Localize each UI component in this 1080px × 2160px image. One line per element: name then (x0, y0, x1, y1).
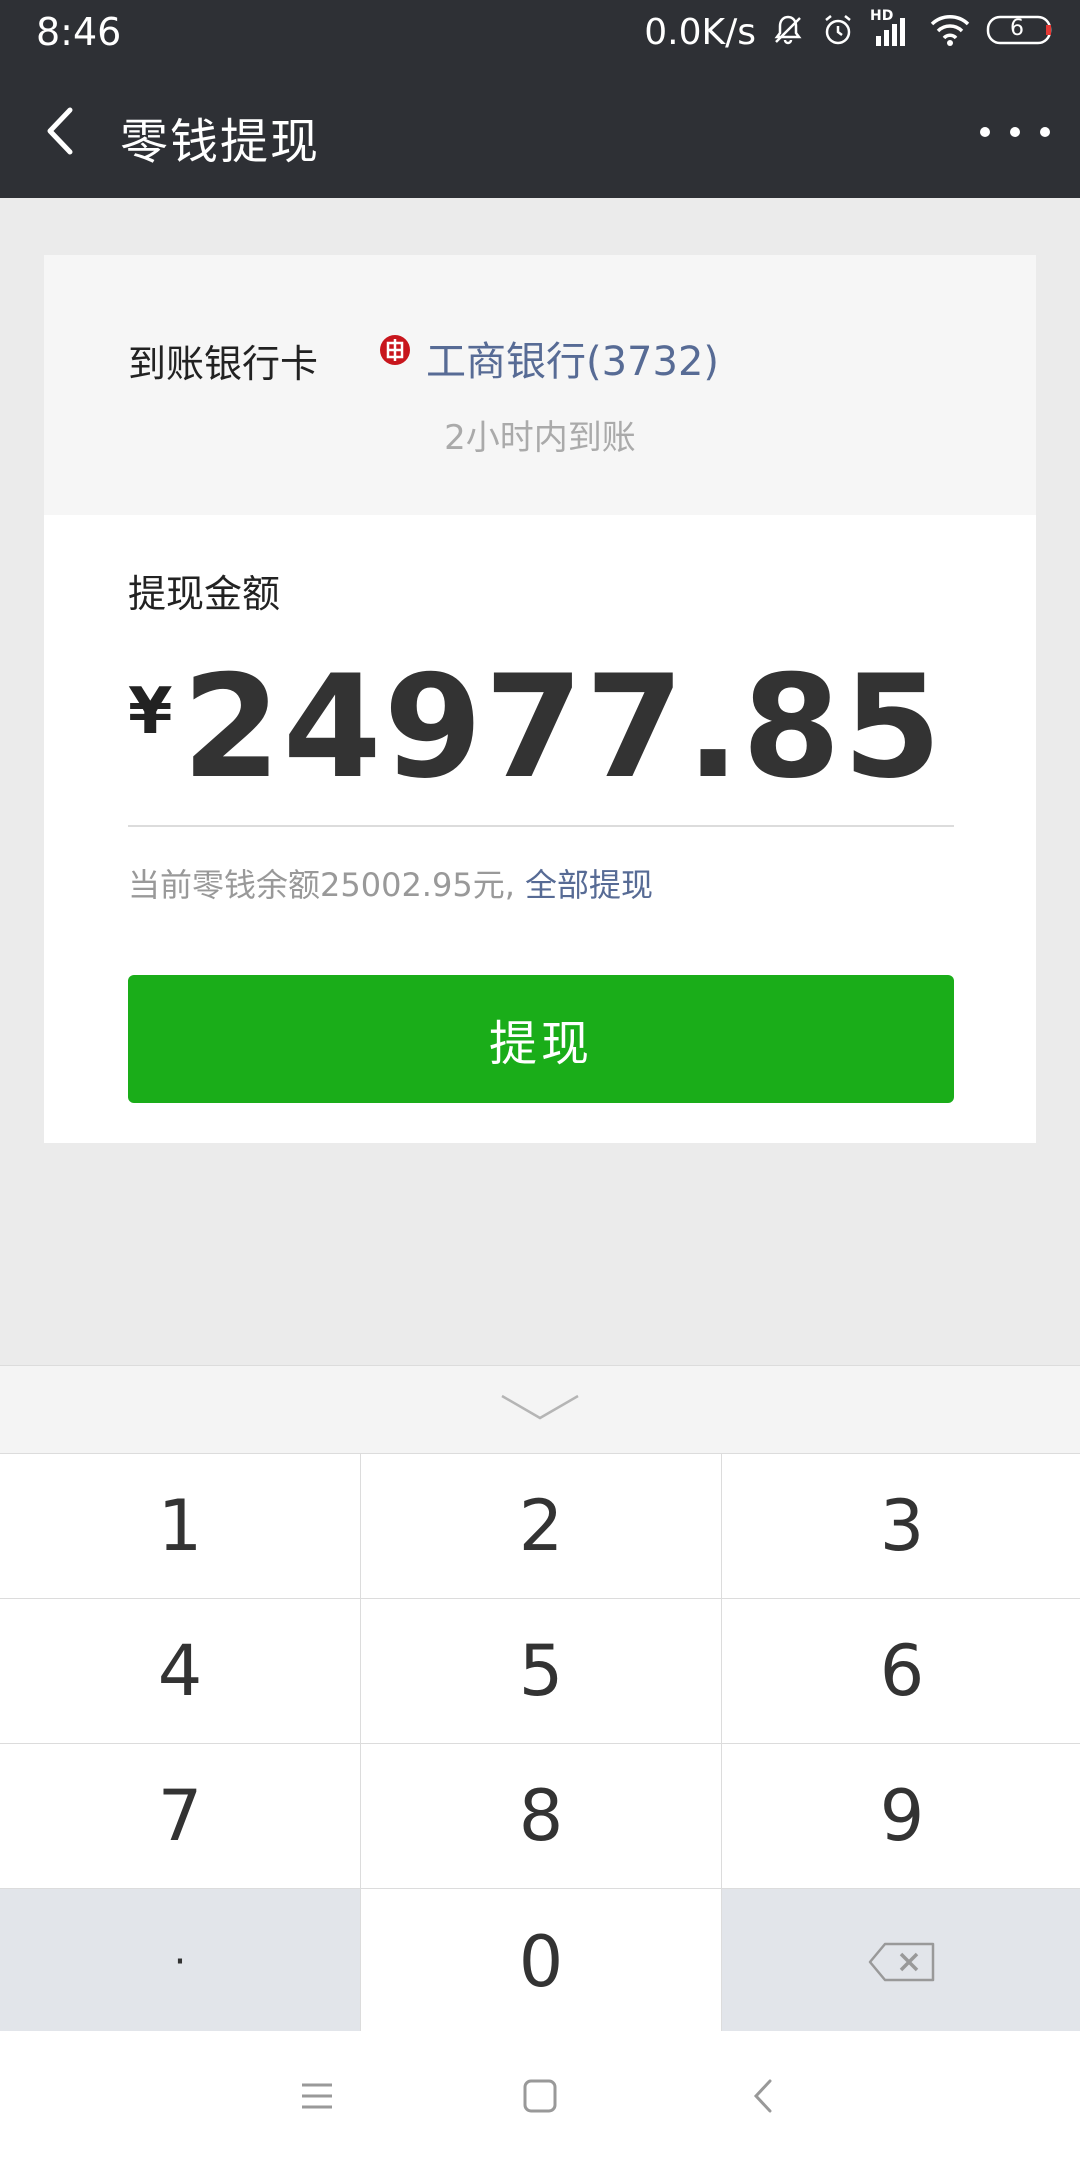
withdraw-amount-section: 提现金额 ¥ 24977.85 当前零钱余额25002.95元, 全部提现 提现 (44, 515, 1036, 1143)
chevron-down-icon (501, 1394, 579, 1420)
home-icon (523, 2079, 557, 2113)
wifi-icon (928, 12, 972, 52)
back-chevron-icon (753, 2079, 772, 2113)
balance-text: 当前零钱余额25002.95元, (128, 866, 515, 904)
arrival-time-hint: 2小时内到账 (444, 418, 636, 458)
back-button[interactable] (30, 96, 100, 166)
home-nav-button[interactable] (515, 2071, 565, 2121)
net-speed: 0.0K/s (644, 11, 756, 53)
back-arrow-icon (47, 107, 73, 155)
amount-divider (128, 825, 954, 827)
backspace-key[interactable] (722, 1889, 1080, 2034)
more-dots-icon (980, 127, 990, 137)
status-bar: 8:46 0.0K/s HD 6 (0, 0, 1080, 64)
app-bar: 零钱提现 (0, 64, 1080, 198)
bank-name[interactable]: 工商银行(3732) (426, 329, 719, 387)
withdraw-all-link[interactable]: 全部提现 (525, 866, 653, 904)
keyboard-collapse-button[interactable] (500, 1388, 580, 1428)
more-options-button[interactable] (980, 104, 1050, 160)
signal-icon: HD (870, 8, 914, 52)
amount-label: 提现金额 (128, 572, 281, 616)
keyboard-header (0, 1365, 1080, 1454)
decimal-point: · (173, 1938, 187, 1985)
key-2[interactable]: 2 (361, 1454, 721, 1598)
icbc-logo-icon (378, 333, 412, 367)
amount-input[interactable]: 24977.85 (182, 645, 944, 810)
key-8[interactable]: 8 (361, 1744, 721, 1888)
numeric-keypad: 1 2 3 4 5 6 7 8 9 · 0 (0, 1453, 1080, 2034)
key-1[interactable]: 1 (0, 1454, 360, 1598)
key-7[interactable]: 7 (0, 1744, 360, 1888)
key-9[interactable]: 9 (722, 1744, 1080, 1888)
back-nav-button[interactable] (740, 2071, 790, 2121)
status-time: 8:46 (36, 10, 122, 54)
menu-icon (302, 2083, 332, 2109)
key-0[interactable]: 0 (361, 1889, 721, 2034)
key-3[interactable]: 3 (722, 1454, 1080, 1598)
key-4[interactable]: 4 (0, 1599, 360, 1743)
withdraw-button[interactable]: 提现 (128, 975, 954, 1103)
bank-card-section[interactable]: 到账银行卡 工商银行(3732) 2小时内到账 (44, 255, 1036, 515)
system-navigation-bar (0, 2031, 1080, 2160)
bank-card-label: 到账银行卡 (128, 342, 319, 386)
battery-icon: 6 (986, 13, 1056, 51)
hd-badge: HD (870, 8, 894, 24)
balance-info: 当前零钱余额25002.95元, 全部提现 (128, 860, 653, 906)
backspace-icon (868, 1942, 935, 1981)
key-6[interactable]: 6 (722, 1599, 1080, 1743)
mute-bell-icon (770, 12, 806, 52)
menu-nav-button[interactable] (292, 2071, 342, 2121)
key-5[interactable]: 5 (361, 1599, 721, 1743)
battery-level: 6 (1010, 16, 1024, 41)
alarm-icon (820, 12, 856, 52)
currency-symbol: ¥ (128, 675, 173, 749)
page-title: 零钱提现 (120, 114, 321, 170)
key-decimal[interactable]: · (0, 1889, 360, 2034)
